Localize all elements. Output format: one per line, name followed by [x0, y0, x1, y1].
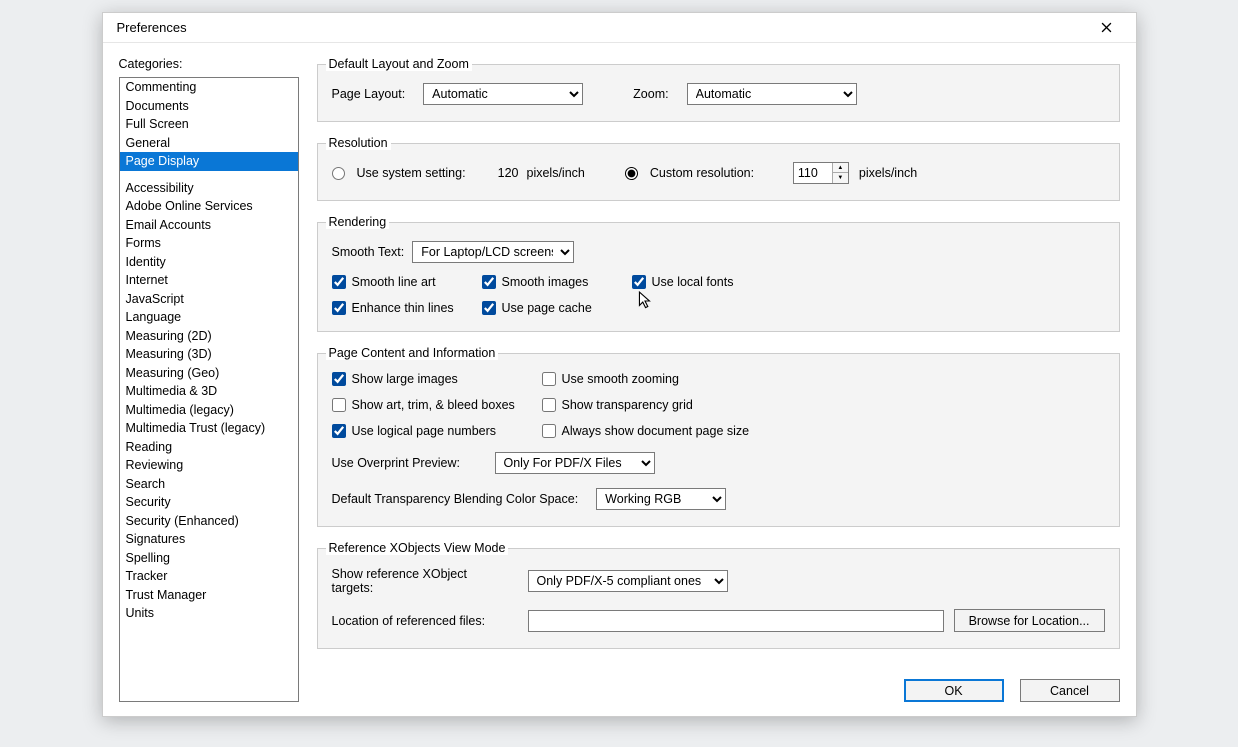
spinner-up[interactable]: ▲: [833, 163, 848, 173]
category-separator: [120, 171, 298, 179]
group-page-content: Page Content and Information Show large …: [317, 346, 1120, 527]
group-resolution: Resolution Use system setting: 120 pixel…: [317, 136, 1120, 201]
check-always-show-page-size[interactable]: Always show document page size: [542, 424, 792, 438]
category-item[interactable]: Documents: [120, 97, 298, 116]
smooth-text-select[interactable]: For Laptop/LCD screens: [412, 241, 574, 263]
xobject-show-label: Show reference XObject targets:: [332, 567, 510, 595]
page-layout-select[interactable]: Automatic: [423, 83, 583, 105]
blending-label: Default Transparency Blending Color Spac…: [332, 492, 579, 506]
check-enhance-thin-lines[interactable]: Enhance thin lines: [332, 301, 482, 315]
ok-button[interactable]: OK: [904, 679, 1004, 702]
category-item[interactable]: Reviewing: [120, 456, 298, 475]
category-item[interactable]: Multimedia Trust (legacy): [120, 419, 298, 438]
check-use-smooth-zooming[interactable]: Use smooth zooming: [542, 372, 792, 386]
category-item[interactable]: Accessibility: [120, 179, 298, 198]
smooth-text-label: Smooth Text:: [332, 245, 405, 259]
categories-label: Categories:: [119, 57, 299, 71]
category-item[interactable]: Tracker: [120, 567, 298, 586]
xobject-location-field[interactable]: [528, 610, 944, 632]
blending-select[interactable]: Working RGB: [596, 488, 726, 510]
group-layout-legend: Default Layout and Zoom: [326, 57, 472, 71]
category-item[interactable]: Forms: [120, 234, 298, 253]
category-item[interactable]: Full Screen: [120, 115, 298, 134]
category-item[interactable]: Trust Manager: [120, 586, 298, 605]
group-rendering: Rendering Smooth Text: For Laptop/LCD sc…: [317, 215, 1120, 332]
check-show-art-trim-bleed[interactable]: Show art, trim, & bleed boxes: [332, 398, 542, 412]
category-item[interactable]: Page Display: [120, 152, 298, 171]
category-item[interactable]: Language: [120, 308, 298, 327]
category-item[interactable]: Identity: [120, 253, 298, 272]
radio-system-setting[interactable]: Use system setting:: [332, 166, 482, 180]
check-use-page-cache[interactable]: Use page cache: [482, 301, 632, 315]
check-smooth-line-art[interactable]: Smooth line art: [332, 275, 482, 289]
category-item[interactable]: Multimedia & 3D: [120, 382, 298, 401]
category-item[interactable]: Commenting: [120, 78, 298, 97]
group-xobjects: Reference XObjects View Mode Show refere…: [317, 541, 1120, 649]
window-title: Preferences: [117, 20, 1088, 35]
titlebar: Preferences: [103, 13, 1136, 43]
group-page-content-legend: Page Content and Information: [326, 346, 499, 360]
check-use-local-fonts[interactable]: Use local fonts: [632, 275, 792, 289]
category-item[interactable]: Security (Enhanced): [120, 512, 298, 531]
zoom-label: Zoom:: [633, 87, 668, 101]
close-icon: [1101, 22, 1112, 33]
custom-resolution-spinner[interactable]: ▲ ▼: [793, 162, 849, 184]
check-use-logical-page-numbers[interactable]: Use logical page numbers: [332, 424, 542, 438]
page-layout-label: Page Layout:: [332, 87, 406, 101]
custom-dpi-unit: pixels/inch: [859, 166, 917, 180]
system-dpi-unit: pixels/inch: [527, 166, 585, 180]
group-xobjects-legend: Reference XObjects View Mode: [326, 541, 509, 555]
custom-resolution-input[interactable]: [794, 163, 832, 183]
radio-custom-resolution[interactable]: Custom resolution:: [625, 166, 775, 180]
category-item[interactable]: Search: [120, 475, 298, 494]
category-item[interactable]: Measuring (2D): [120, 327, 298, 346]
zoom-select[interactable]: Automatic: [687, 83, 857, 105]
category-item[interactable]: Spelling: [120, 549, 298, 568]
category-item[interactable]: Security: [120, 493, 298, 512]
category-item[interactable]: General: [120, 134, 298, 153]
close-button[interactable]: [1088, 16, 1126, 40]
category-item[interactable]: Reading: [120, 438, 298, 457]
check-smooth-images[interactable]: Smooth images: [482, 275, 632, 289]
category-item[interactable]: Adobe Online Services: [120, 197, 298, 216]
xobject-location-label: Location of referenced files:: [332, 614, 510, 628]
overprint-select[interactable]: Only For PDF/X Files: [495, 452, 655, 474]
group-rendering-legend: Rendering: [326, 215, 390, 229]
category-item[interactable]: Email Accounts: [120, 216, 298, 235]
browse-location-button[interactable]: Browse for Location...: [954, 609, 1105, 632]
category-item[interactable]: Signatures: [120, 530, 298, 549]
category-item[interactable]: Measuring (3D): [120, 345, 298, 364]
preferences-dialog: Preferences Categories: CommentingDocume…: [102, 12, 1137, 717]
category-item[interactable]: Measuring (Geo): [120, 364, 298, 383]
spinner-down[interactable]: ▼: [833, 173, 848, 183]
category-item[interactable]: Internet: [120, 271, 298, 290]
overprint-label: Use Overprint Preview:: [332, 456, 477, 470]
system-dpi-value: 120: [482, 166, 527, 180]
check-show-transparency-grid[interactable]: Show transparency grid: [542, 398, 792, 412]
category-item[interactable]: Multimedia (legacy): [120, 401, 298, 420]
category-item[interactable]: Units: [120, 604, 298, 623]
group-resolution-legend: Resolution: [326, 136, 391, 150]
category-item[interactable]: JavaScript: [120, 290, 298, 309]
categories-list[interactable]: CommentingDocumentsFull ScreenGeneralPag…: [119, 77, 299, 702]
group-layout: Default Layout and Zoom Page Layout: Aut…: [317, 57, 1120, 122]
cancel-button[interactable]: Cancel: [1020, 679, 1120, 702]
xobject-show-select[interactable]: Only PDF/X-5 compliant ones: [528, 570, 728, 592]
check-show-large-images[interactable]: Show large images: [332, 372, 542, 386]
